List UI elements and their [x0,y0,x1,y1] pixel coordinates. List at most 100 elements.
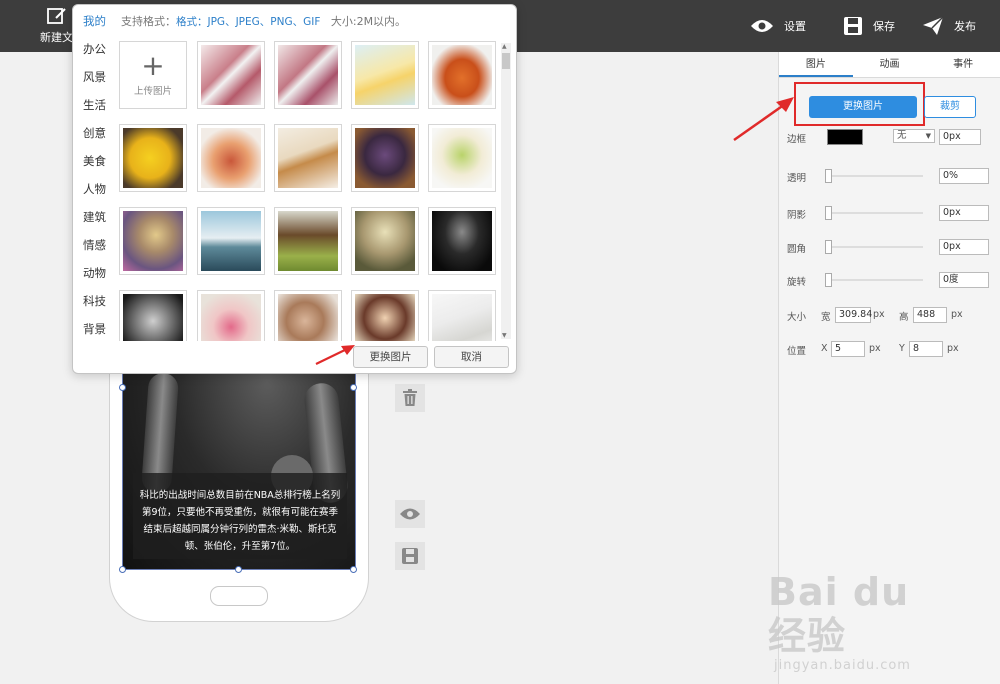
slider-knob[interactable] [825,273,832,287]
image-thumbnail[interactable] [274,207,342,275]
image-thumbnail[interactable] [119,290,187,341]
rotate-row: 旋转 0度 [787,271,993,289]
delete-button[interactable] [395,384,425,412]
category-item-scenery[interactable]: 风景 [83,69,106,85]
trash-icon [403,389,417,406]
width-input[interactable]: 309.84 [835,307,872,323]
category-item-life[interactable]: 生活 [83,97,106,113]
image-picker-dialog: 我的 办公 风景 生活 创意 美食 人物 建筑 情感 动物 科技 背景 支持格式… [72,4,517,374]
image-thumbnail[interactable] [428,207,496,275]
category-item-animals[interactable]: 动物 [83,265,106,281]
image-thumbnail[interactable] [428,290,496,341]
border-color-swatch[interactable] [827,129,863,145]
selected-image[interactable]: 科比的出战时间总数目前在NBA总排行榜上名列第9位，只要他不再受重伤，就很有可能… [122,372,356,570]
opacity-slider[interactable] [825,169,923,183]
category-item-creative[interactable]: 创意 [83,125,106,141]
resize-handle[interactable] [119,384,126,391]
crop-button[interactable]: 裁剪 [924,96,976,118]
grid-scrollbar[interactable]: ▲ ▼ [501,43,511,339]
eye-icon [751,20,773,32]
x-label: X [821,343,828,354]
image-thumbnail[interactable] [351,41,419,109]
format-list: 格式：JPG、JPEG、PNG、GIF [176,16,321,28]
y-input[interactable]: 8 [909,341,943,357]
upload-label: 上传图片 [133,86,172,97]
save-button[interactable]: 保存 [843,0,895,52]
category-item-tech[interactable]: 科技 [83,293,106,309]
slider-knob[interactable] [825,240,832,254]
resize-handle[interactable] [350,384,357,391]
image-thumbnail[interactable] [197,41,265,109]
border-width-input[interactable]: 0px [939,129,981,145]
size-row: 大小 宽 309.84 px 高 488 px [787,306,993,324]
scroll-up-icon[interactable]: ▲ [502,43,507,50]
px-unit: px [947,343,959,354]
image-grid: + 上传图片 [117,41,505,341]
save-label: 保存 [873,20,895,33]
shadow-input[interactable]: 0px [939,205,989,221]
image-thumbnail[interactable] [197,290,265,341]
height-input[interactable]: 488 [913,307,947,323]
edit-icon [46,8,66,24]
cancel-button[interactable]: 取消 [434,346,509,368]
slider-knob[interactable] [825,169,832,183]
baidu-watermark: Bai du 经验 jingyan.baidu.com [768,570,948,673]
panel-tabs: 图片 动画 事件 [779,52,1000,78]
radius-input[interactable]: 0px [939,239,989,255]
rotate-input[interactable]: 0度 [939,272,989,288]
tab-image[interactable]: 图片 [779,52,853,77]
rotate-slider[interactable] [825,273,923,287]
image-thumbnail[interactable] [428,124,496,192]
tab-event[interactable]: 事件 [926,52,1000,77]
scrollbar-thumb[interactable] [502,53,510,69]
preview-button[interactable] [395,500,425,528]
save-element-button[interactable] [395,542,425,570]
slider-knob[interactable] [825,206,832,220]
border-style-select[interactable]: 无 ▼ [893,129,935,143]
resize-handle[interactable] [235,566,242,573]
replace-image-button[interactable]: 更换图片 [809,96,917,118]
photo-caption: 科比的出战时间总数目前在NBA总排行榜上名列第9位，只要他不再受重伤，就很有可能… [133,473,347,559]
send-icon [923,16,944,35]
image-thumbnail[interactable] [119,207,187,275]
category-item-mine[interactable]: 我的 [83,13,106,29]
image-thumbnail[interactable] [119,124,187,192]
position-label: 位置 [787,346,807,357]
format-hint: 支持格式：格式：JPG、JPEG、PNG、GIF 大小:2M以内。 [121,13,406,29]
position-row: 位置 X 5 px Y 8 px [787,340,993,358]
px-unit: px [869,343,881,354]
scroll-down-icon[interactable]: ▼ [502,332,507,339]
image-thumbnail[interactable] [428,41,496,109]
settings-button[interactable]: 设置 [750,0,806,52]
shadow-row: 阴影 0px [787,204,993,222]
opacity-input[interactable]: 0% [939,168,989,184]
category-item-people[interactable]: 人物 [83,181,106,197]
tab-animation[interactable]: 动画 [853,52,927,77]
publish-button[interactable]: 发布 [922,0,976,52]
radius-slider[interactable] [825,240,923,254]
new-button[interactable]: 新建文 [40,0,73,52]
x-input[interactable]: 5 [831,341,865,357]
image-thumbnail[interactable] [351,207,419,275]
image-thumbnail[interactable] [351,124,419,192]
category-item-architecture[interactable]: 建筑 [83,209,106,225]
image-thumbnail[interactable] [274,41,342,109]
publish-label: 发布 [954,20,976,33]
replace-image-confirm-button[interactable]: 更换图片 [353,346,428,368]
category-item-emotion[interactable]: 情感 [83,237,106,253]
resize-handle[interactable] [350,566,357,573]
category-item-office[interactable]: 办公 [83,41,106,57]
image-thumbnail[interactable] [197,207,265,275]
category-item-background[interactable]: 背景 [83,321,106,337]
category-item-food[interactable]: 美食 [83,153,106,169]
size-hint: 大小:2M以内。 [330,15,407,28]
image-thumbnail[interactable] [351,290,419,341]
resize-handle[interactable] [119,566,126,573]
image-thumbnail[interactable] [274,124,342,192]
border-row: 边框 无 ▼ 0px [787,128,993,146]
save-icon [844,17,862,35]
upload-image-tile[interactable]: + 上传图片 [119,41,187,109]
image-thumbnail[interactable] [197,124,265,192]
shadow-slider[interactable] [825,206,923,220]
image-thumbnail[interactable] [274,290,342,341]
